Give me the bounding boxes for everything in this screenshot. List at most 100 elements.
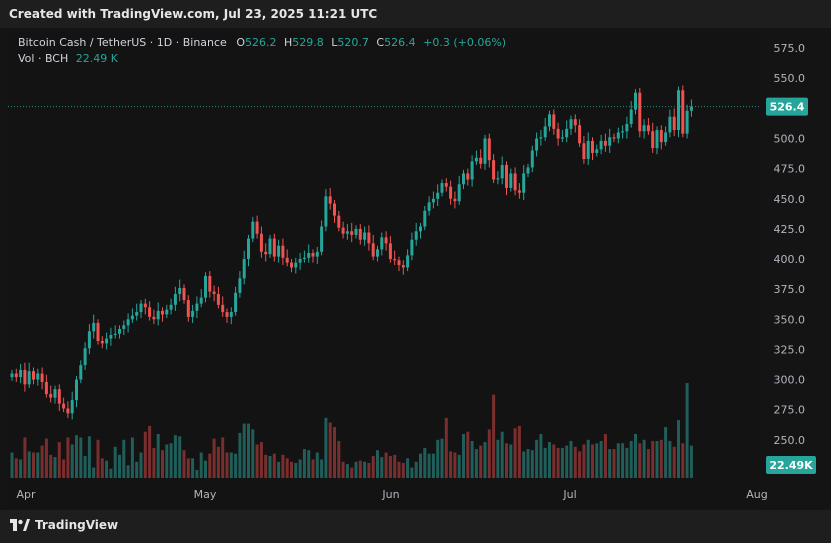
price-tick-label: 425.0 bbox=[774, 223, 806, 236]
candle-body bbox=[238, 278, 242, 293]
volume-bar bbox=[341, 461, 345, 478]
volume-bar bbox=[100, 458, 104, 478]
candle-body bbox=[539, 137, 543, 139]
volume-bar bbox=[423, 447, 427, 478]
candle-body bbox=[345, 231, 349, 234]
symbol-name: Bitcoin Cash / TetherUS · 1D · Binance bbox=[18, 36, 227, 49]
volume-bar bbox=[212, 438, 216, 478]
candle-body bbox=[582, 143, 586, 159]
price-tick-label: 450.0 bbox=[774, 193, 806, 206]
candle-body bbox=[487, 138, 491, 161]
tradingview-brand-text: TradingView bbox=[35, 518, 119, 532]
candle-body bbox=[27, 371, 31, 385]
volume-bar bbox=[10, 452, 14, 478]
candle-body bbox=[410, 239, 414, 256]
volume-bar bbox=[496, 439, 500, 478]
volume-bar bbox=[19, 459, 23, 478]
candle-body bbox=[87, 331, 91, 349]
candle-body bbox=[126, 319, 130, 326]
candle-body bbox=[573, 119, 577, 126]
candle-body bbox=[40, 373, 44, 382]
candle-body bbox=[651, 131, 655, 149]
candle-body bbox=[530, 150, 534, 168]
volume-bar bbox=[440, 438, 444, 478]
candle-body bbox=[161, 310, 164, 315]
volume-bar bbox=[324, 417, 328, 478]
time-axis: Apr May Jun Jul Aug bbox=[16, 488, 767, 501]
candle-body bbox=[612, 137, 616, 139]
volume-bar bbox=[272, 453, 276, 478]
candle-body bbox=[358, 228, 362, 240]
volume-bars bbox=[10, 383, 693, 478]
volume-bar bbox=[199, 452, 203, 478]
volume-bar bbox=[603, 434, 607, 478]
candle-body bbox=[509, 173, 513, 188]
candle-body bbox=[225, 312, 229, 317]
volume-bar bbox=[350, 467, 354, 478]
candle-body bbox=[401, 265, 405, 268]
candle-body bbox=[199, 297, 203, 304]
volume-bar bbox=[371, 456, 375, 478]
volume-bar bbox=[526, 449, 530, 478]
candle-body bbox=[264, 251, 268, 255]
candle-body bbox=[311, 253, 315, 257]
close-label: C bbox=[376, 36, 385, 49]
tradingview-logo-icon bbox=[10, 519, 30, 531]
candle-body bbox=[169, 304, 173, 310]
volume-bar bbox=[427, 453, 431, 478]
candle-body bbox=[221, 304, 225, 313]
last-price-tag: 526.4 bbox=[766, 97, 808, 116]
volume-bar bbox=[130, 437, 134, 478]
volume-bar bbox=[651, 440, 655, 478]
price-tick-label: 575.0 bbox=[774, 42, 806, 55]
volume-bar bbox=[118, 454, 121, 478]
candle-body bbox=[242, 259, 246, 279]
candle-body bbox=[62, 403, 66, 409]
candle-body bbox=[371, 243, 375, 257]
candle-body bbox=[569, 119, 573, 129]
volume-bar bbox=[367, 462, 371, 478]
volume-bar bbox=[139, 452, 143, 478]
volume-bar bbox=[229, 452, 233, 478]
volume-bar bbox=[83, 456, 87, 478]
candle-body bbox=[234, 292, 238, 313]
volume-bar bbox=[178, 436, 182, 478]
candle-body bbox=[414, 231, 418, 240]
volume-bar bbox=[259, 442, 263, 478]
tradingview-brand[interactable]: TradingView bbox=[10, 518, 118, 532]
volume-bar bbox=[49, 454, 53, 478]
candle-body bbox=[341, 227, 345, 234]
volume-bar bbox=[186, 458, 190, 478]
last-volume-value: 22.49K bbox=[769, 459, 813, 472]
volume-bar bbox=[53, 457, 57, 478]
candle-body bbox=[44, 381, 48, 395]
volume-bar bbox=[79, 437, 83, 478]
volume-bar bbox=[36, 452, 40, 478]
volume-bar bbox=[677, 420, 680, 478]
volume-bar bbox=[75, 435, 78, 478]
candle-body bbox=[105, 338, 109, 344]
candle-body bbox=[603, 140, 607, 146]
candle-body bbox=[247, 238, 250, 260]
volume-bar bbox=[595, 443, 599, 478]
candle-body bbox=[543, 126, 547, 138]
candlestick-chart[interactable]: 575.0550.0525.0500.0475.0450.0425.0400.0… bbox=[0, 0, 831, 510]
volume-bar bbox=[264, 454, 268, 478]
candle-body bbox=[315, 251, 319, 257]
candle-body bbox=[423, 210, 427, 227]
volume-bar bbox=[311, 459, 315, 478]
volume-bar bbox=[505, 443, 508, 478]
candle-body bbox=[75, 379, 78, 401]
candle-body bbox=[302, 257, 306, 260]
volume-bar bbox=[483, 442, 487, 478]
candle-body bbox=[113, 333, 117, 335]
volume-bar bbox=[646, 449, 650, 478]
volume-bar bbox=[655, 440, 659, 478]
volume-bar bbox=[664, 427, 668, 478]
time-tick-label: Aug bbox=[746, 488, 767, 501]
price-tick-label: 400.0 bbox=[774, 253, 806, 266]
candle-body bbox=[492, 160, 496, 180]
volume-bar bbox=[320, 459, 324, 478]
candle-body bbox=[453, 198, 457, 202]
volume-bar bbox=[302, 449, 306, 478]
